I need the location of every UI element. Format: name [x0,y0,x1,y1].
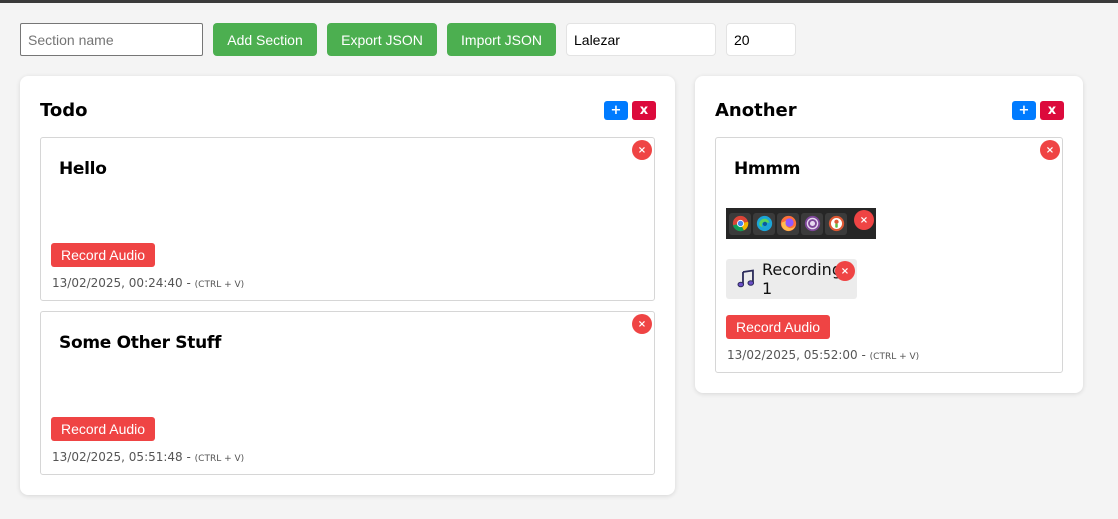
paste-hint: (CTRL + V) [194,454,245,464]
record-audio-button[interactable]: Record Audio [726,315,831,339]
section-todo: Todo + x × Hello Record Audio 13/02/2025… [20,76,675,495]
add-section-button[interactable]: Add Section [213,23,317,56]
edge-icon [753,212,775,235]
note-card: × Some Other Stuff Record Audio 13/02/20… [40,311,655,475]
note-title: Some Other Stuff [59,333,222,353]
note-title: Hmmm [734,159,801,179]
export-json-button[interactable]: Export JSON [327,23,437,56]
section-name-input[interactable] [20,23,203,56]
pasted-image [726,208,876,239]
note-meta: 13/02/2025, 05:52:00 - (CTRL + V) [727,348,919,362]
firefox-icon [777,212,799,235]
section-title: Another [715,100,797,121]
remove-audio-button[interactable]: × [835,261,855,281]
note-timestamp: 13/02/2025, 05:51:48 - [52,450,191,464]
note-card: × Hmmm × Recording 1 × Record Audio 13/0… [715,137,1063,373]
remove-image-button[interactable]: × [854,210,874,230]
record-audio-button[interactable]: Record Audio [51,417,156,441]
section-title: Todo [40,100,88,121]
chrome-icon [729,212,751,235]
note-timestamp: 13/02/2025, 05:52:00 - [727,348,866,362]
duckduckgo-icon [825,212,847,235]
close-note-button[interactable]: × [632,140,652,160]
music-note-icon [737,269,755,288]
add-note-button[interactable]: + [604,101,628,120]
paste-hint: (CTRL + V) [869,352,920,362]
close-note-button[interactable]: × [1040,140,1060,160]
import-json-button[interactable]: Import JSON [447,23,556,56]
note-card: × Hello Record Audio 13/02/2025, 00:24:4… [40,137,655,301]
note-meta: 13/02/2025, 05:51:48 - (CTRL + V) [52,450,244,464]
tor-browser-icon [801,212,823,235]
note-meta: 13/02/2025, 00:24:40 - (CTRL + V) [52,276,244,290]
add-note-button[interactable]: + [1012,101,1036,120]
close-note-button[interactable]: × [632,314,652,334]
paste-hint: (CTRL + V) [194,280,245,290]
section-another: Another + x × Hmmm × Recording 1 × Recor… [695,76,1083,393]
font-size-input[interactable] [726,23,796,56]
note-title: Hello [59,159,107,179]
note-timestamp: 13/02/2025, 00:24:40 - [52,276,191,290]
window-top-border [0,0,1118,3]
font-family-input[interactable] [566,23,716,56]
delete-section-button[interactable]: x [1040,101,1064,120]
record-audio-button[interactable]: Record Audio [51,243,156,267]
delete-section-button[interactable]: x [632,101,656,120]
